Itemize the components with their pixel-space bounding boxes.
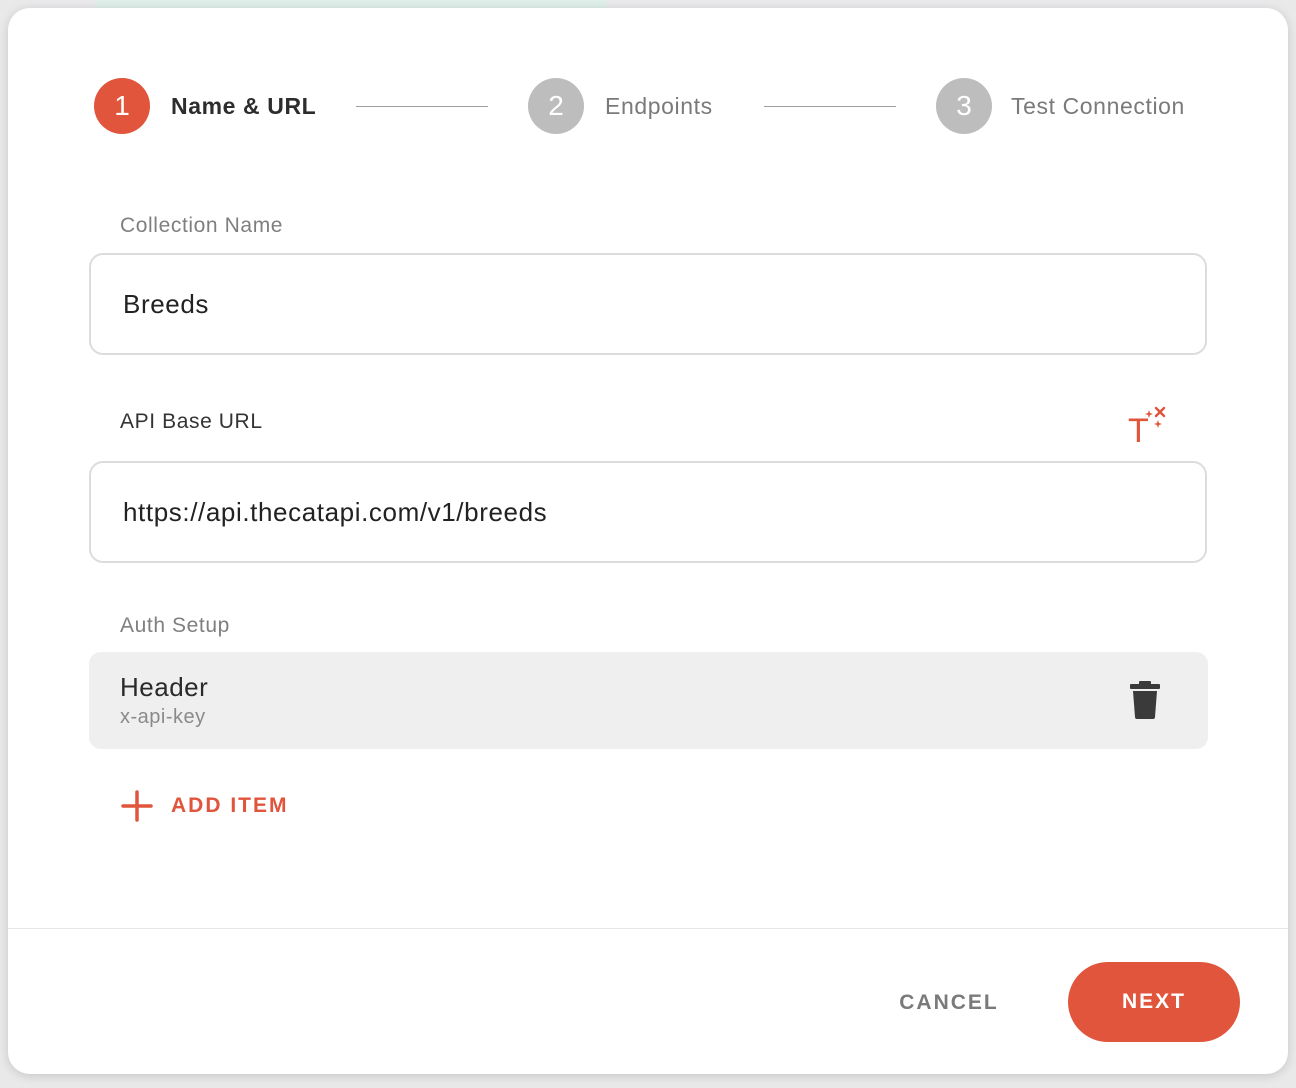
auth-item-title: Header [120, 672, 209, 702]
next-button[interactable]: NEXT [1068, 962, 1240, 1042]
step-3-label: Test Connection [1011, 93, 1185, 119]
api-base-url-field[interactable] [89, 461, 1207, 563]
svg-text:T: T [1128, 412, 1149, 448]
api-base-url-label: API Base URL [120, 410, 263, 433]
collection-name-input[interactable] [123, 288, 1205, 320]
step-1-label: Name & URL [171, 93, 317, 119]
step-3-circle: 3 [936, 78, 992, 134]
step-connector-2 [764, 106, 896, 107]
plus-icon [121, 790, 153, 822]
collection-name-field[interactable] [89, 253, 1207, 355]
auth-item-subtitle: x-api-key [120, 706, 206, 728]
auth-setup-label: Auth Setup [120, 614, 230, 637]
collection-name-label: Collection Name [120, 214, 284, 237]
api-base-url-input[interactable] [123, 496, 1205, 528]
trash-icon[interactable] [1129, 680, 1161, 720]
step-1-circle: 1 [94, 78, 150, 134]
step-2-circle: 2 [528, 78, 584, 134]
footer-divider [8, 928, 1288, 929]
step-connector-1 [356, 106, 488, 107]
stepper: 1 Name & URL 2 Endpoints 3 Test Connecti… [8, 8, 1288, 208]
magic-text-icon[interactable]: T [1125, 404, 1169, 448]
new-collection-dialog: 1 Name & URL 2 Endpoints 3 Test Connecti… [8, 8, 1288, 1074]
add-item-label: ADD ITEM [171, 794, 289, 817]
auth-item-card[interactable]: Header x-api-key [89, 652, 1208, 749]
cancel-button[interactable]: CANCEL [884, 982, 1014, 1024]
step-2-label: Endpoints [605, 93, 713, 119]
add-item-button[interactable]: ADD ITEM [121, 788, 289, 824]
